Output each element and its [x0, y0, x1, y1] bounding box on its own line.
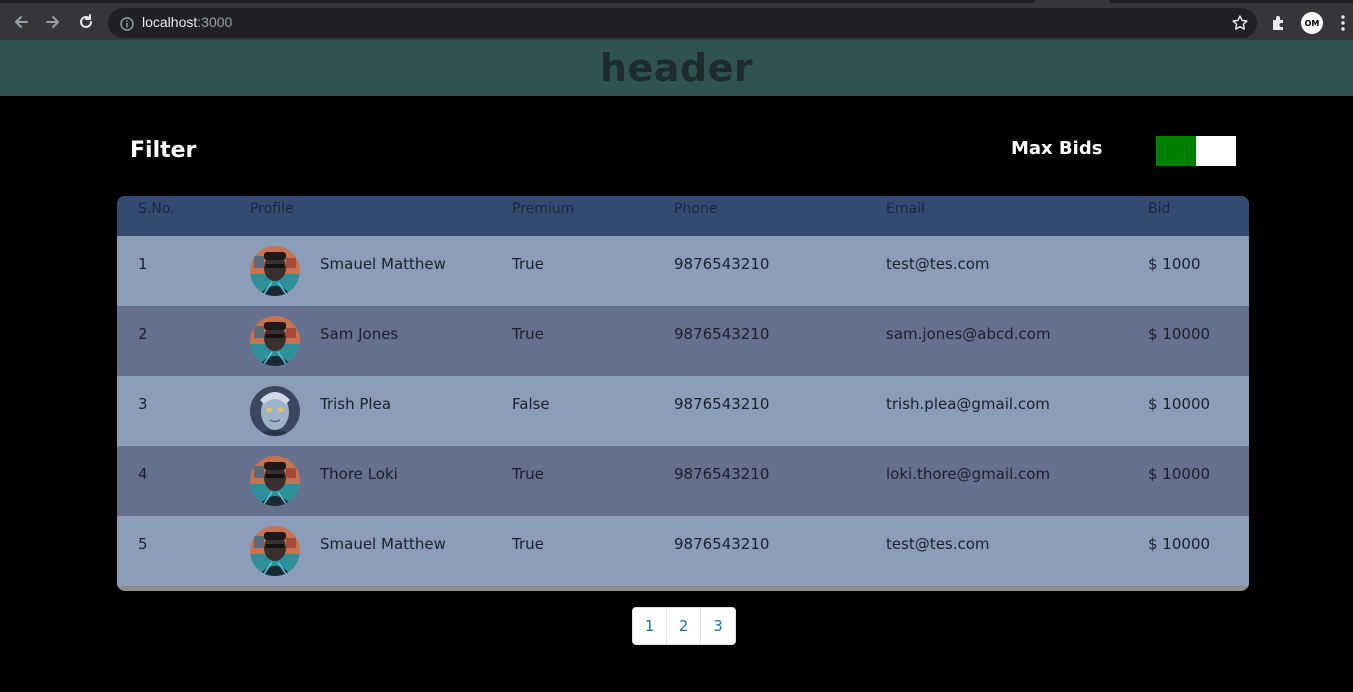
cell-email: loki.thore@gmail.com: [886, 465, 1051, 483]
cell-name: Sam Jones: [320, 325, 399, 343]
avatar: [250, 456, 300, 506]
toggle-off-segment: [1196, 136, 1236, 166]
cell-premium: True: [512, 255, 544, 273]
reload-icon[interactable]: [74, 10, 98, 34]
avatar: [250, 316, 300, 366]
page-button-2[interactable]: 2: [667, 608, 701, 644]
address-bar[interactable]: localhost:3000: [108, 8, 1257, 38]
browser-menu-icon[interactable]: [1338, 14, 1348, 32]
browser-toolbar: localhost:3000 OM: [0, 0, 1353, 40]
cell-email: sam.jones@abcd.com: [886, 325, 1051, 343]
cell-phone: 9876543210: [674, 325, 770, 343]
cell-email: trish.plea@gmail.com: [886, 395, 1050, 413]
page-button-3[interactable]: 3: [701, 608, 735, 644]
app-header: header: [0, 40, 1353, 96]
cell-phone: 9876543210: [674, 465, 770, 483]
cell-bid: $ 10000: [1148, 325, 1211, 343]
avatar: [250, 386, 300, 436]
page-button-1[interactable]: 1: [633, 608, 667, 644]
cell-sno: 3: [138, 395, 148, 413]
table-row[interactable]: 1 Smauel Matthew True 9876543210 test@tes.co…: [117, 236, 1249, 306]
column-header-bid[interactable]: Bid: [1148, 201, 1170, 217]
url-port: :3000: [197, 14, 233, 30]
avatar: [250, 246, 300, 296]
column-header-email[interactable]: Email: [886, 201, 925, 217]
url-host: localhost: [142, 14, 198, 30]
cell-email: test@tes.com: [886, 255, 990, 273]
table-row[interactable]: 3 Trish Plea False 9876543210 trish.plea@gma…: [117, 376, 1249, 446]
max-bids-label: Max Bids: [1011, 138, 1103, 159]
cell-phone: 9876543210: [674, 535, 770, 553]
cell-bid: $ 10000: [1148, 465, 1211, 483]
cell-name: Trish Plea: [320, 395, 392, 413]
cell-sno: 5: [138, 535, 148, 553]
cell-premium: True: [512, 325, 544, 343]
forward-icon[interactable]: [41, 10, 65, 34]
table-row[interactable]: 5 Smauel Matthew True 9876543210 test@tes.co…: [117, 516, 1249, 586]
max-bids-toggle[interactable]: [1156, 136, 1236, 166]
cell-name: Smauel Matthew: [320, 255, 446, 273]
cell-sno: 2: [138, 325, 148, 343]
users-table: S.No. Profile Premium Phone Email Bid 1 S…: [117, 196, 1249, 591]
bookmark-star-icon[interactable]: [1231, 14, 1249, 32]
tab-strip: [1035, 0, 1110, 3]
column-header-sno[interactable]: S.No.: [138, 201, 175, 217]
table-header: S.No. Profile Premium Phone Email Bid: [117, 196, 1249, 236]
pagination: 1 2 3: [632, 607, 736, 645]
extensions-puzzle-icon[interactable]: [1270, 14, 1288, 32]
back-icon[interactable]: [9, 10, 33, 34]
filter-title: Filter: [130, 138, 197, 163]
cell-name: Smauel Matthew: [320, 535, 446, 553]
profile-avatar[interactable]: OM: [1301, 12, 1323, 34]
cell-phone: 9876543210: [674, 255, 770, 273]
url-text: localhost:3000: [142, 14, 232, 30]
table-row[interactable]: 4 Thore Loki True 9876543210 loki.thore@gmai…: [117, 446, 1249, 516]
table-row[interactable]: 2 Sam Jones True 9876543210 sam.jones@abcd.c…: [117, 306, 1249, 376]
cell-premium: False: [512, 395, 550, 413]
cell-email: test@tes.com: [886, 535, 990, 553]
cell-phone: 9876543210: [674, 395, 770, 413]
cell-premium: True: [512, 465, 544, 483]
avatar: [250, 526, 300, 576]
column-header-phone[interactable]: Phone: [674, 201, 717, 217]
header-title: header: [599, 46, 754, 90]
cell-premium: True: [512, 535, 544, 553]
cell-bid: $ 10000: [1148, 395, 1211, 413]
column-header-premium[interactable]: Premium: [512, 201, 574, 217]
cell-sno: 4: [138, 465, 148, 483]
cell-bid: $ 1000: [1148, 255, 1201, 273]
cell-bid: $ 10000: [1148, 535, 1211, 553]
toggle-on-segment: [1156, 136, 1196, 166]
column-header-profile[interactable]: Profile: [250, 201, 294, 217]
cell-sno: 1: [138, 255, 148, 273]
cell-name: Thore Loki: [320, 465, 398, 483]
site-info-icon[interactable]: [120, 16, 134, 31]
